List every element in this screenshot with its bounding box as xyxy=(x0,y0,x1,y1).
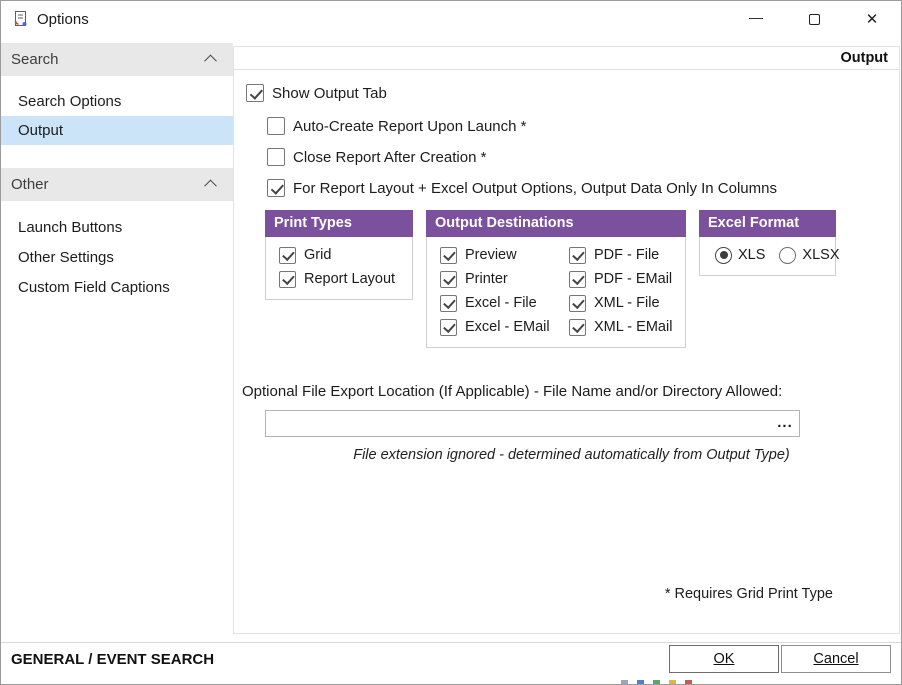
checkbox-label: For Report Layout + Excel Output Options… xyxy=(293,180,777,197)
checkbox-label: Printer xyxy=(465,271,508,287)
output-panel: Output Show Output Tab Auto-Create Repor… xyxy=(233,46,900,634)
checkbox-icon xyxy=(569,247,586,264)
sidebar-item-launch-buttons[interactable]: Launch Buttons xyxy=(1,213,233,242)
checkbox-icon xyxy=(246,84,264,102)
report-layout-checkbox[interactable]: Report Layout xyxy=(266,267,412,291)
checkbox-label: Preview xyxy=(465,247,517,263)
maximize-button[interactable] xyxy=(785,1,843,37)
sidebar-item-custom-field-captions[interactable]: Custom Field Captions xyxy=(1,273,233,302)
status-text: GENERAL / EVENT SEARCH xyxy=(11,651,214,668)
checkbox-icon xyxy=(440,271,457,288)
xls-radio[interactable]: XLS xyxy=(715,247,765,264)
show-output-tab-checkbox[interactable]: Show Output Tab xyxy=(246,83,387,103)
sidebar-item-search-options[interactable]: Search Options xyxy=(1,87,233,116)
checkbox-icon xyxy=(569,319,586,336)
export-note: File extension ignored - determined auto… xyxy=(304,447,839,463)
checkbox-icon xyxy=(267,117,285,135)
checkbox-label: Excel - File xyxy=(465,295,537,311)
checkbox-icon xyxy=(569,271,586,288)
sidebar-section-other[interactable]: Other xyxy=(1,168,233,201)
checkbox-icon xyxy=(267,148,285,166)
sidebar-section-search-label: Search xyxy=(11,51,59,68)
checkbox-label: Auto-Create Report Upon Launch * xyxy=(293,118,526,135)
radio-icon xyxy=(779,247,796,264)
checkbox-icon xyxy=(279,271,296,288)
sidebar-item-output[interactable]: Output xyxy=(1,116,233,145)
excel-email-checkbox[interactable]: Excel - EMail xyxy=(427,315,556,339)
excel-format-group: Excel Format XLS XLSX xyxy=(699,210,836,276)
window-controls: — ✕ xyxy=(727,1,901,37)
close-icon: ✕ xyxy=(866,12,879,27)
checkbox-icon xyxy=(267,179,285,197)
checkbox-icon xyxy=(440,295,457,312)
excel-file-checkbox[interactable]: Excel - File xyxy=(427,291,556,315)
footer-divider xyxy=(1,642,901,643)
pdf-email-checkbox[interactable]: PDF - EMail xyxy=(556,267,685,291)
auto-create-report-checkbox[interactable]: Auto-Create Report Upon Launch * xyxy=(267,116,526,136)
app-icon xyxy=(12,10,30,28)
close-button[interactable]: ✕ xyxy=(843,1,901,37)
options-dialog: Options — ✕ Search Search Options Output… xyxy=(0,0,902,685)
excel-format-options: XLS XLSX xyxy=(700,243,835,267)
sidebar-section-search[interactable]: Search xyxy=(1,43,233,76)
columns-only-checkbox[interactable]: For Report Layout + Excel Output Options… xyxy=(267,178,777,198)
preview-checkbox[interactable]: Preview xyxy=(427,243,556,267)
minimize-icon: — xyxy=(749,10,763,24)
checkbox-label: PDF - File xyxy=(594,247,659,263)
radio-label: XLS xyxy=(738,247,765,263)
checkbox-label: XML - EMail xyxy=(594,319,672,335)
xlsx-radio[interactable]: XLSX xyxy=(779,247,839,264)
print-types-group-title: Print Types xyxy=(265,210,413,237)
close-report-checkbox[interactable]: Close Report After Creation * xyxy=(267,147,486,167)
sidebar-item-other-settings[interactable]: Other Settings xyxy=(1,243,233,272)
checkbox-icon xyxy=(279,247,296,264)
browse-button[interactable]: ... xyxy=(771,410,799,435)
output-destinations-group-title: Output Destinations xyxy=(426,210,686,237)
checkbox-label: XML - File xyxy=(594,295,660,311)
checkbox-label: Report Layout xyxy=(304,271,395,287)
titlebar: Options — ✕ xyxy=(1,1,901,37)
excel-format-group-title: Excel Format xyxy=(699,210,836,237)
print-types-group: Print Types Grid Report Layout xyxy=(265,210,413,300)
checkbox-icon xyxy=(440,247,457,264)
export-location-input[interactable] xyxy=(265,410,800,437)
grid-checkbox[interactable]: Grid xyxy=(266,243,412,267)
xml-file-checkbox[interactable]: XML - File xyxy=(556,291,685,315)
panel-header: Output xyxy=(234,47,899,70)
export-location-label: Optional File Export Location (If Applic… xyxy=(242,383,782,400)
sidebar-section-other-label: Other xyxy=(11,176,49,193)
xml-email-checkbox[interactable]: XML - EMail xyxy=(556,315,685,339)
output-destinations-group: Output Destinations Preview Printer Exce… xyxy=(426,210,686,348)
checkbox-icon xyxy=(569,295,586,312)
checkbox-label: Excel - EMail xyxy=(465,319,550,335)
pdf-file-checkbox[interactable]: PDF - File xyxy=(556,243,685,267)
sidebar: Search Search Options Output Other Launc… xyxy=(1,37,233,640)
window-title: Options xyxy=(37,11,89,28)
chevron-up-icon xyxy=(204,55,217,68)
background-artifact xyxy=(621,679,692,685)
checkbox-label: PDF - EMail xyxy=(594,271,672,287)
checkbox-label: Grid xyxy=(304,247,331,263)
printer-checkbox[interactable]: Printer xyxy=(427,267,556,291)
ok-button[interactable]: OK xyxy=(669,645,779,673)
checkbox-label: Show Output Tab xyxy=(272,85,387,102)
checkbox-icon xyxy=(440,319,457,336)
panel-title: Output xyxy=(840,50,888,66)
checkbox-label: Close Report After Creation * xyxy=(293,149,486,166)
cancel-button[interactable]: Cancel xyxy=(781,645,891,673)
grid-print-type-footnote: * Requires Grid Print Type xyxy=(665,586,833,602)
output-destinations-col2: PDF - File PDF - EMail XML - File XML - … xyxy=(556,243,685,339)
output-destinations-col1: Preview Printer Excel - File Excel - EMa… xyxy=(427,243,556,339)
radio-label: XLSX xyxy=(802,247,839,263)
radio-icon xyxy=(715,247,732,264)
chevron-up-icon xyxy=(204,180,217,193)
maximize-icon xyxy=(809,14,820,25)
minimize-button[interactable]: — xyxy=(727,1,785,37)
